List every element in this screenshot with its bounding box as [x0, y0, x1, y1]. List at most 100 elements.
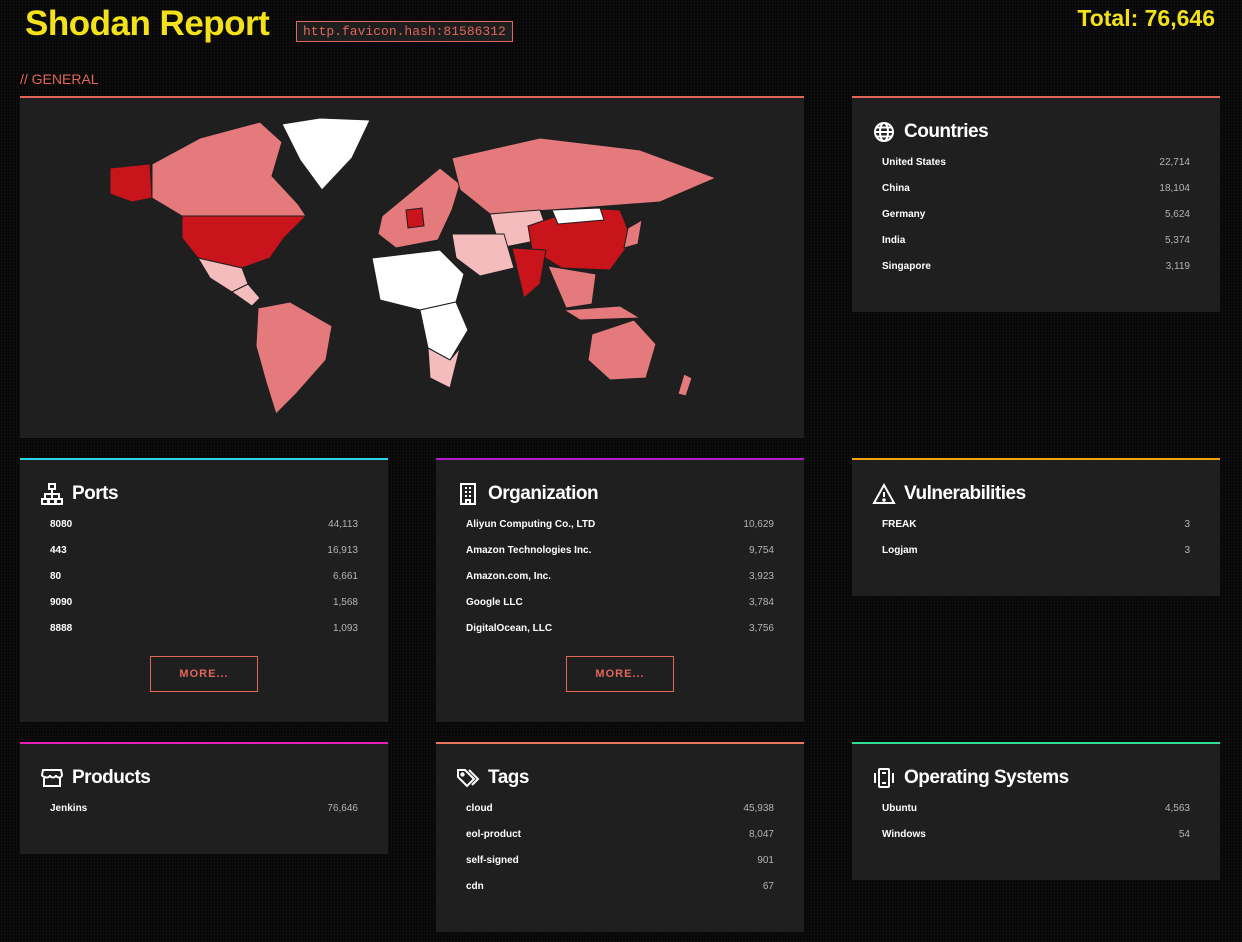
list-item[interactable]: cloud 45,938 [436, 803, 804, 829]
map-region-india [511, 247, 547, 299]
list-item[interactable]: 8888 1,093 [20, 623, 388, 649]
list-item[interactable]: cdn 67 [436, 881, 804, 907]
map-region-russia [451, 137, 718, 215]
ports-more-button[interactable]: MORE... [150, 656, 258, 692]
port-count: 1,568 [332, 597, 358, 608]
list-item[interactable]: Singapore 3,119 [852, 261, 1220, 287]
products-list: Jenkins 76,646 [20, 803, 388, 829]
countries-card: Countries United States 22,714 China 18,10… [852, 96, 1220, 312]
tag-count: 901 [757, 855, 774, 866]
product-count: 76,646 [327, 803, 358, 814]
tag-name: cloud [466, 803, 493, 814]
vuln-count: 3 [1184, 545, 1190, 556]
list-item[interactable]: China 18,104 [852, 183, 1220, 209]
port-count: 6,661 [332, 571, 358, 582]
tag-count: 8,047 [748, 829, 774, 840]
operating-systems-title: Operating Systems [904, 767, 1069, 788]
building-icon [460, 483, 476, 505]
map-region-southeast-asia [547, 265, 597, 309]
list-item[interactable]: Logjam 3 [852, 545, 1220, 571]
list-item[interactable]: Amazon Technologies Inc. 9,754 [436, 545, 804, 571]
map-region-north-africa [371, 249, 465, 311]
org-name: Amazon.com, Inc. [466, 571, 552, 582]
tags-card: Tags cloud 45,938 eol-product 8,047 self-s… [436, 742, 804, 932]
map-region-germany [405, 207, 425, 229]
list-item[interactable]: United States 22,714 [852, 157, 1220, 183]
tag-count: 45,938 [743, 803, 774, 814]
ports-list: 8080 44,113 443 16,913 80 6,661 9090 1,568 8… [20, 519, 388, 649]
organization-card: Organization Aliyun Computing Co., LTD 10… [436, 458, 804, 722]
map-region-canada [151, 121, 307, 217]
product-name: Jenkins [50, 803, 88, 814]
list-item[interactable]: Windows 54 [852, 829, 1220, 855]
port-count: 44,113 [328, 519, 358, 530]
network-icon [41, 483, 63, 505]
list-item[interactable]: 9090 1,568 [20, 597, 388, 623]
country-name: India [882, 235, 906, 246]
list-item[interactable]: 8080 44,113 [20, 519, 388, 545]
map-region-indonesia [562, 305, 642, 321]
os-count: 4,563 [1164, 803, 1190, 814]
list-item[interactable]: Amazon.com, Inc. 3,923 [436, 571, 804, 597]
tags-icon [457, 769, 480, 788]
map-region-new-zealand [677, 373, 693, 397]
org-name: DigitalOcean, LLC [466, 623, 553, 634]
list-item[interactable]: Ubuntu 4,563 [852, 803, 1220, 829]
countries-title: Countries [904, 121, 989, 142]
vulnerabilities-title: Vulnerabilities [904, 483, 1026, 504]
country-count: 22,714 [1159, 157, 1190, 168]
ports-header: Ports [40, 482, 388, 506]
vuln-name: FREAK [882, 519, 917, 530]
map-region-middle-east [451, 233, 515, 277]
vulnerabilities-header: Vulnerabilities [872, 482, 1220, 506]
country-count: 5,624 [1164, 209, 1190, 220]
org-name: Amazon Technologies Inc. [466, 545, 592, 556]
list-item[interactable]: 443 16,913 [20, 545, 388, 571]
organization-header: Organization [456, 482, 804, 506]
tags-list: cloud 45,938 eol-product 8,047 self-signed… [436, 803, 804, 907]
country-name: United States [882, 157, 946, 168]
org-count: 3,784 [748, 597, 774, 608]
map-region-south-america [255, 301, 333, 415]
store-icon [40, 769, 64, 787]
list-item[interactable]: India 5,374 [852, 235, 1220, 261]
org-name: Aliyun Computing Co., LTD [466, 519, 596, 530]
tags-title: Tags [488, 767, 529, 788]
vuln-count: 3 [1184, 519, 1190, 530]
list-item[interactable]: Aliyun Computing Co., LTD 10,629 [436, 519, 804, 545]
port-count: 1,093 [332, 623, 358, 634]
list-item[interactable]: 80 6,661 [20, 571, 388, 597]
ports-title: Ports [72, 483, 119, 504]
products-header: Products [40, 766, 388, 790]
list-item[interactable]: FREAK 3 [852, 519, 1220, 545]
countries-header: Countries [872, 120, 1220, 144]
country-count: 5,374 [1164, 235, 1190, 246]
section-label-general: // GENERAL [20, 71, 99, 87]
country-name: Germany [882, 209, 926, 220]
port-number: 80 [50, 571, 62, 582]
port-number: 9090 [50, 597, 73, 608]
ports-card: Ports 8080 44,113 443 16,913 80 6,661 9090 1… [20, 458, 388, 722]
operating-systems-list: Ubuntu 4,563 Windows 54 [852, 803, 1220, 855]
country-name: China [882, 183, 910, 194]
org-count: 3,756 [748, 623, 774, 634]
map-region-japan [623, 219, 643, 249]
list-item[interactable]: Google LLC 3,784 [436, 597, 804, 623]
list-item[interactable]: eol-product 8,047 [436, 829, 804, 855]
list-item[interactable]: Jenkins 76,646 [20, 803, 388, 829]
port-number: 8080 [50, 519, 73, 530]
tags-header: Tags [456, 766, 804, 790]
country-count: 3,119 [1165, 261, 1190, 272]
list-item[interactable]: self-signed 901 [436, 855, 804, 881]
list-item[interactable]: DigitalOcean, LLC 3,756 [436, 623, 804, 649]
organization-more-button[interactable]: MORE... [566, 656, 674, 692]
org-count: 10,629 [743, 519, 774, 530]
globe-icon [874, 122, 894, 142]
products-title: Products [72, 767, 151, 788]
port-number: 443 [50, 545, 67, 556]
products-card: Products Jenkins 76,646 [20, 742, 388, 854]
org-count: 9,754 [748, 545, 774, 556]
os-count: 54 [1178, 829, 1190, 840]
list-item[interactable]: Germany 5,624 [852, 209, 1220, 235]
vulnerabilities-list: FREAK 3 Logjam 3 [852, 519, 1220, 571]
